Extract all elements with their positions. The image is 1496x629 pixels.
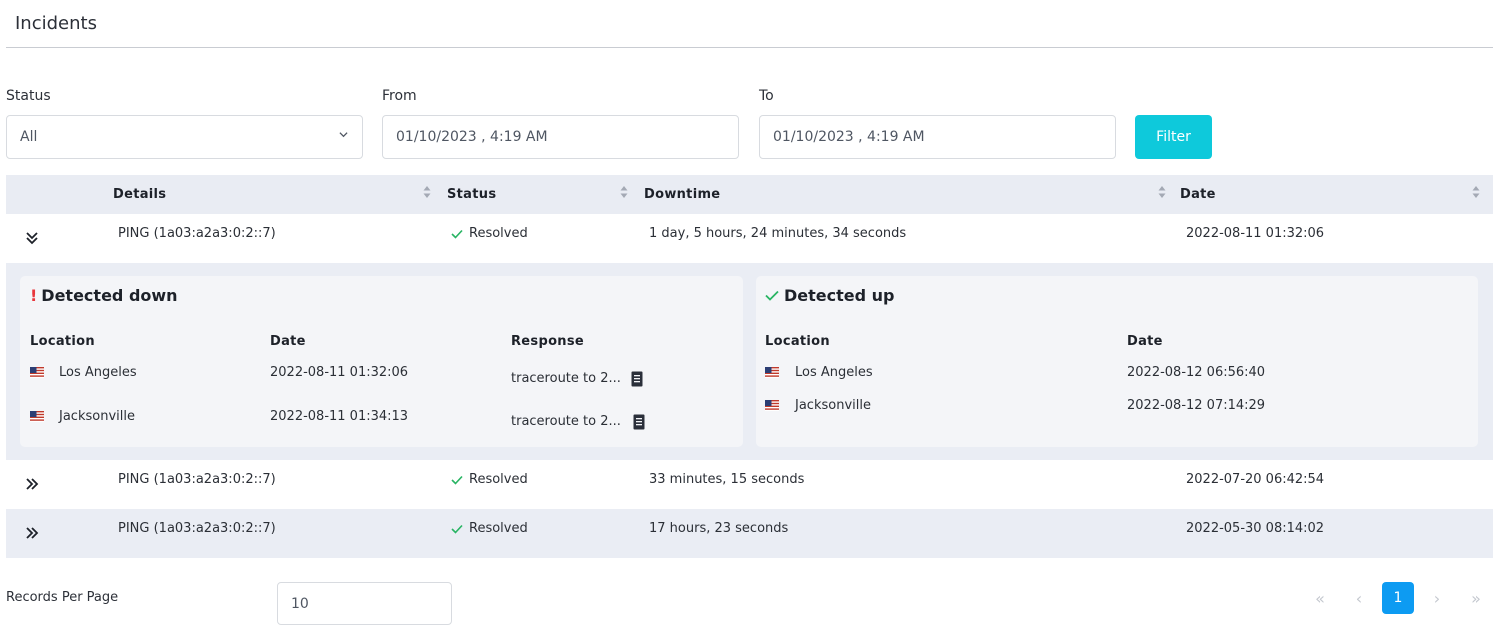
table-row[interactable]: PING (1a03:a2a3:0:2::7) Resolved 33 minu… (6, 460, 1493, 509)
column-header-details[interactable]: Details (113, 187, 166, 202)
sort-icon[interactable] (1472, 185, 1480, 199)
up-location: Los Angeles (795, 365, 873, 380)
down-location-header: Location (30, 334, 95, 349)
sort-icon[interactable] (423, 185, 431, 199)
check-icon (451, 475, 463, 485)
collapse-chevrons-icon[interactable] (24, 230, 40, 246)
table-row[interactable]: PING (1a03:a2a3:0:2::7) Resolved 17 hour… (6, 509, 1493, 558)
expand-chevrons-icon[interactable] (24, 525, 40, 541)
status-select-value: All (20, 129, 38, 145)
table-row[interactable]: PING (1a03:a2a3:0:2::7) Resolved 1 day, … (6, 214, 1493, 263)
check-icon (765, 290, 779, 301)
incident-date: 2022-08-11 01:32:06 (1186, 226, 1325, 241)
incident-status: Resolved (451, 521, 528, 536)
up-location: Jacksonville (795, 398, 871, 413)
sort-icon[interactable] (620, 185, 628, 199)
page-button-current[interactable]: 1 (1382, 582, 1414, 614)
up-date: 2022-08-12 06:56:40 (1127, 365, 1266, 380)
incident-downtime: 17 hours, 23 seconds (649, 521, 789, 536)
incident-status: Resolved (451, 472, 528, 487)
down-date-header: Date (270, 334, 306, 349)
down-date: 2022-08-11 01:34:13 (270, 409, 409, 424)
column-header-status[interactable]: Status (447, 187, 496, 202)
document-icon[interactable] (631, 371, 643, 387)
status-text: Resolved (469, 226, 528, 241)
document-icon[interactable] (633, 414, 645, 430)
detected-up-card: Detected up Location Date Los Angeles 20… (756, 276, 1478, 447)
us-flag-icon (30, 367, 44, 378)
sort-icon[interactable] (1158, 185, 1166, 199)
next-page-button[interactable]: › (1421, 582, 1453, 614)
status-text: Resolved (469, 472, 528, 487)
detected-down-title: ! Detected down (30, 286, 178, 305)
records-per-page-input[interactable]: 10 (277, 582, 452, 625)
down-location: Jacksonville (59, 409, 135, 424)
status-text: Resolved (469, 521, 528, 536)
from-date-input[interactable]: 01/10/2023 , 4:19 AM (382, 115, 739, 159)
detected-up-title-text: Detected up (784, 286, 895, 305)
title-divider (6, 47, 1493, 48)
page-title: Incidents (15, 13, 97, 34)
column-header-date[interactable]: Date (1180, 187, 1216, 202)
status-select[interactable]: All (6, 115, 363, 159)
incident-details: PING (1a03:a2a3:0:2::7) (118, 521, 276, 536)
chevron-down-icon (339, 132, 348, 138)
last-page-button[interactable]: » (1460, 582, 1492, 614)
expand-chevrons-icon[interactable] (24, 476, 40, 492)
up-location-header: Location (765, 334, 830, 349)
check-icon (451, 524, 463, 534)
incident-details: PING (1a03:a2a3:0:2::7) (118, 226, 276, 241)
incident-downtime: 33 minutes, 15 seconds (649, 472, 805, 487)
alert-icon: ! (30, 286, 38, 305)
us-flag-icon (30, 411, 44, 422)
previous-page-button[interactable]: ‹ (1343, 582, 1375, 614)
up-date: 2022-08-12 07:14:29 (1127, 398, 1266, 413)
column-header-downtime[interactable]: Downtime (644, 187, 720, 202)
from-date-value: 01/10/2023 , 4:19 AM (396, 129, 548, 145)
first-page-button[interactable]: « (1304, 582, 1336, 614)
from-filter-label: From (382, 88, 417, 104)
incident-date: 2022-05-30 08:14:02 (1186, 521, 1325, 536)
check-icon (451, 229, 463, 239)
incident-downtime: 1 day, 5 hours, 24 minutes, 34 seconds (649, 226, 907, 241)
down-date: 2022-08-11 01:32:06 (270, 365, 409, 380)
table-header: Details Status Downtime Date (6, 175, 1493, 214)
detected-up-title: Detected up (765, 286, 894, 305)
down-response: traceroute to 2... (511, 371, 621, 386)
to-date-input[interactable]: 01/10/2023 , 4:19 AM (759, 115, 1116, 159)
up-date-header: Date (1127, 334, 1163, 349)
detected-down-card: ! Detected down Location Date Response Lo… (20, 276, 743, 447)
filter-button[interactable]: Filter (1135, 115, 1212, 159)
down-location: Los Angeles (59, 365, 137, 380)
us-flag-icon (765, 367, 779, 378)
down-response-header: Response (511, 334, 585, 349)
records-per-page-label: Records Per Page (6, 590, 119, 605)
to-date-value: 01/10/2023 , 4:19 AM (773, 129, 925, 145)
down-response: traceroute to 2... (511, 414, 621, 429)
status-filter-label: Status (6, 88, 51, 104)
detected-down-title-text: Detected down (41, 286, 178, 305)
incident-details: PING (1a03:a2a3:0:2::7) (118, 472, 276, 487)
to-filter-label: To (759, 88, 774, 104)
records-per-page-value: 10 (291, 595, 309, 612)
us-flag-icon (765, 400, 779, 411)
incident-status: Resolved (451, 226, 528, 241)
incident-date: 2022-07-20 06:42:54 (1186, 472, 1325, 487)
